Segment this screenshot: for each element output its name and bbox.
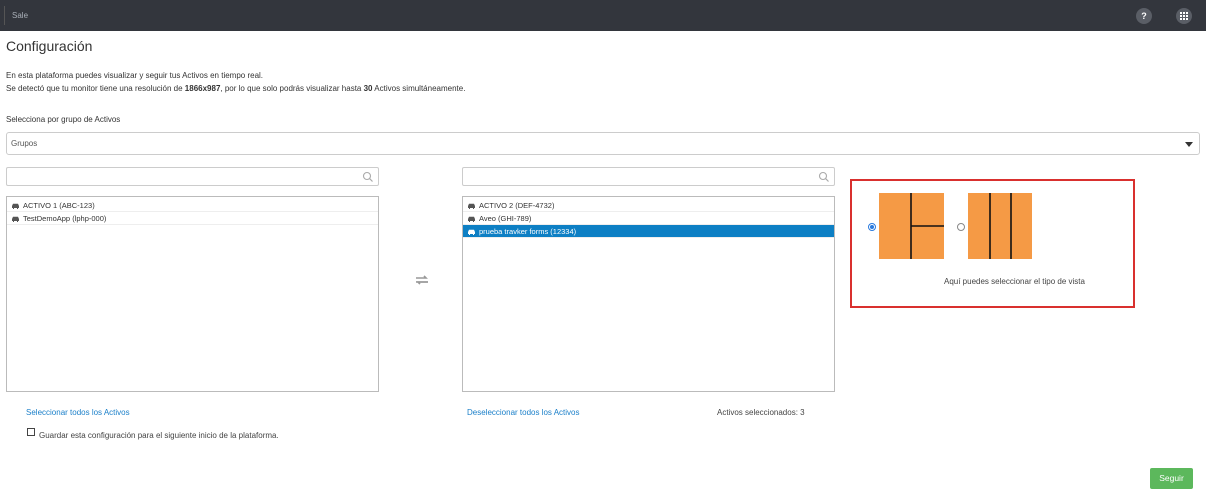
- list-item[interactable]: Aveo (GHI-789): [463, 212, 834, 225]
- intro-line-2: Se detectó que tu monitor tiene una reso…: [6, 82, 465, 95]
- view-type-caption: Aquí puedes seleccionar el tipo de vista: [944, 277, 1085, 286]
- car-icon: [468, 229, 475, 235]
- list-item[interactable]: TestDemoApp (lphp-000): [7, 212, 378, 225]
- apps-grid-icon[interactable]: [1176, 8, 1192, 24]
- search-icon: [818, 171, 829, 182]
- selected-assets-list[interactable]: ACTIVO 2 (DEF-4732) Aveo (GHI-789) prueb…: [462, 196, 835, 392]
- intro-text: En esta plataforma puedes visualizar y s…: [6, 69, 465, 95]
- view-option-radio-1[interactable]: [868, 223, 876, 231]
- list-item[interactable]: ACTIVO 1 (ABC-123): [7, 199, 378, 212]
- car-icon: [468, 203, 475, 209]
- list-item-label: Aveo (GHI-789): [479, 214, 532, 223]
- list-item[interactable]: ACTIVO 2 (DEF-4732): [463, 199, 834, 212]
- intro-line-2-middle: , por lo que solo podrás visualizar hast…: [220, 84, 364, 93]
- selected-count: Activos seleccionados: 3: [717, 408, 805, 417]
- intro-line-1: En esta plataforma puedes visualizar y s…: [6, 71, 264, 80]
- layout-split-icon[interactable]: [879, 193, 944, 259]
- layout-three-columns-icon[interactable]: [968, 193, 1032, 259]
- group-select[interactable]: Grupos: [6, 132, 1200, 155]
- view-type-panel: Aquí puedes seleccionar el tipo de vista: [850, 179, 1135, 308]
- group-select-value: Grupos: [11, 139, 38, 148]
- caret-down-icon: [1185, 142, 1193, 147]
- intro-line-2-start: Se detectó que tu monitor tiene una reso…: [6, 84, 185, 93]
- group-select-label: Selecciona por grupo de Activos: [6, 115, 121, 124]
- car-icon: [12, 216, 19, 222]
- max-assets-value: 30: [363, 84, 373, 93]
- list-item-label: prueba travker forms (12334): [479, 227, 577, 236]
- continue-button[interactable]: Seguir: [1150, 468, 1193, 489]
- list-item-label: ACTIVO 2 (DEF-4732): [479, 201, 555, 210]
- view-option-radio-2[interactable]: [957, 223, 965, 231]
- help-icon[interactable]: ?: [1136, 8, 1152, 24]
- save-config-checkbox[interactable]: [27, 428, 35, 436]
- top-bar: Sale ?: [0, 0, 1206, 31]
- available-assets-list[interactable]: ACTIVO 1 (ABC-123) TestDemoApp (lphp-000…: [6, 196, 379, 392]
- list-item-label: ACTIVO 1 (ABC-123): [23, 201, 95, 210]
- brand-label[interactable]: Sale: [4, 6, 28, 25]
- swap-arrows-icon[interactable]: [413, 273, 431, 287]
- car-icon: [468, 216, 475, 222]
- select-all-link[interactable]: Seleccionar todos los Activos: [26, 408, 130, 417]
- available-search-input[interactable]: [6, 167, 379, 186]
- selected-search-input[interactable]: [462, 167, 835, 186]
- car-icon: [12, 203, 19, 209]
- list-item-label: TestDemoApp (lphp-000): [23, 214, 107, 223]
- resolution-value: 1866x987: [184, 84, 221, 93]
- list-item-selected[interactable]: prueba travker forms (12334): [463, 225, 834, 238]
- search-icon: [362, 171, 373, 182]
- deselect-all-link[interactable]: Deseleccionar todos los Activos: [467, 408, 580, 417]
- save-config-label[interactable]: Guardar esta configuración para el sigui…: [39, 431, 279, 440]
- page-title: Configuración: [6, 38, 93, 54]
- intro-line-2-end: Activos simultáneamente.: [372, 84, 466, 93]
